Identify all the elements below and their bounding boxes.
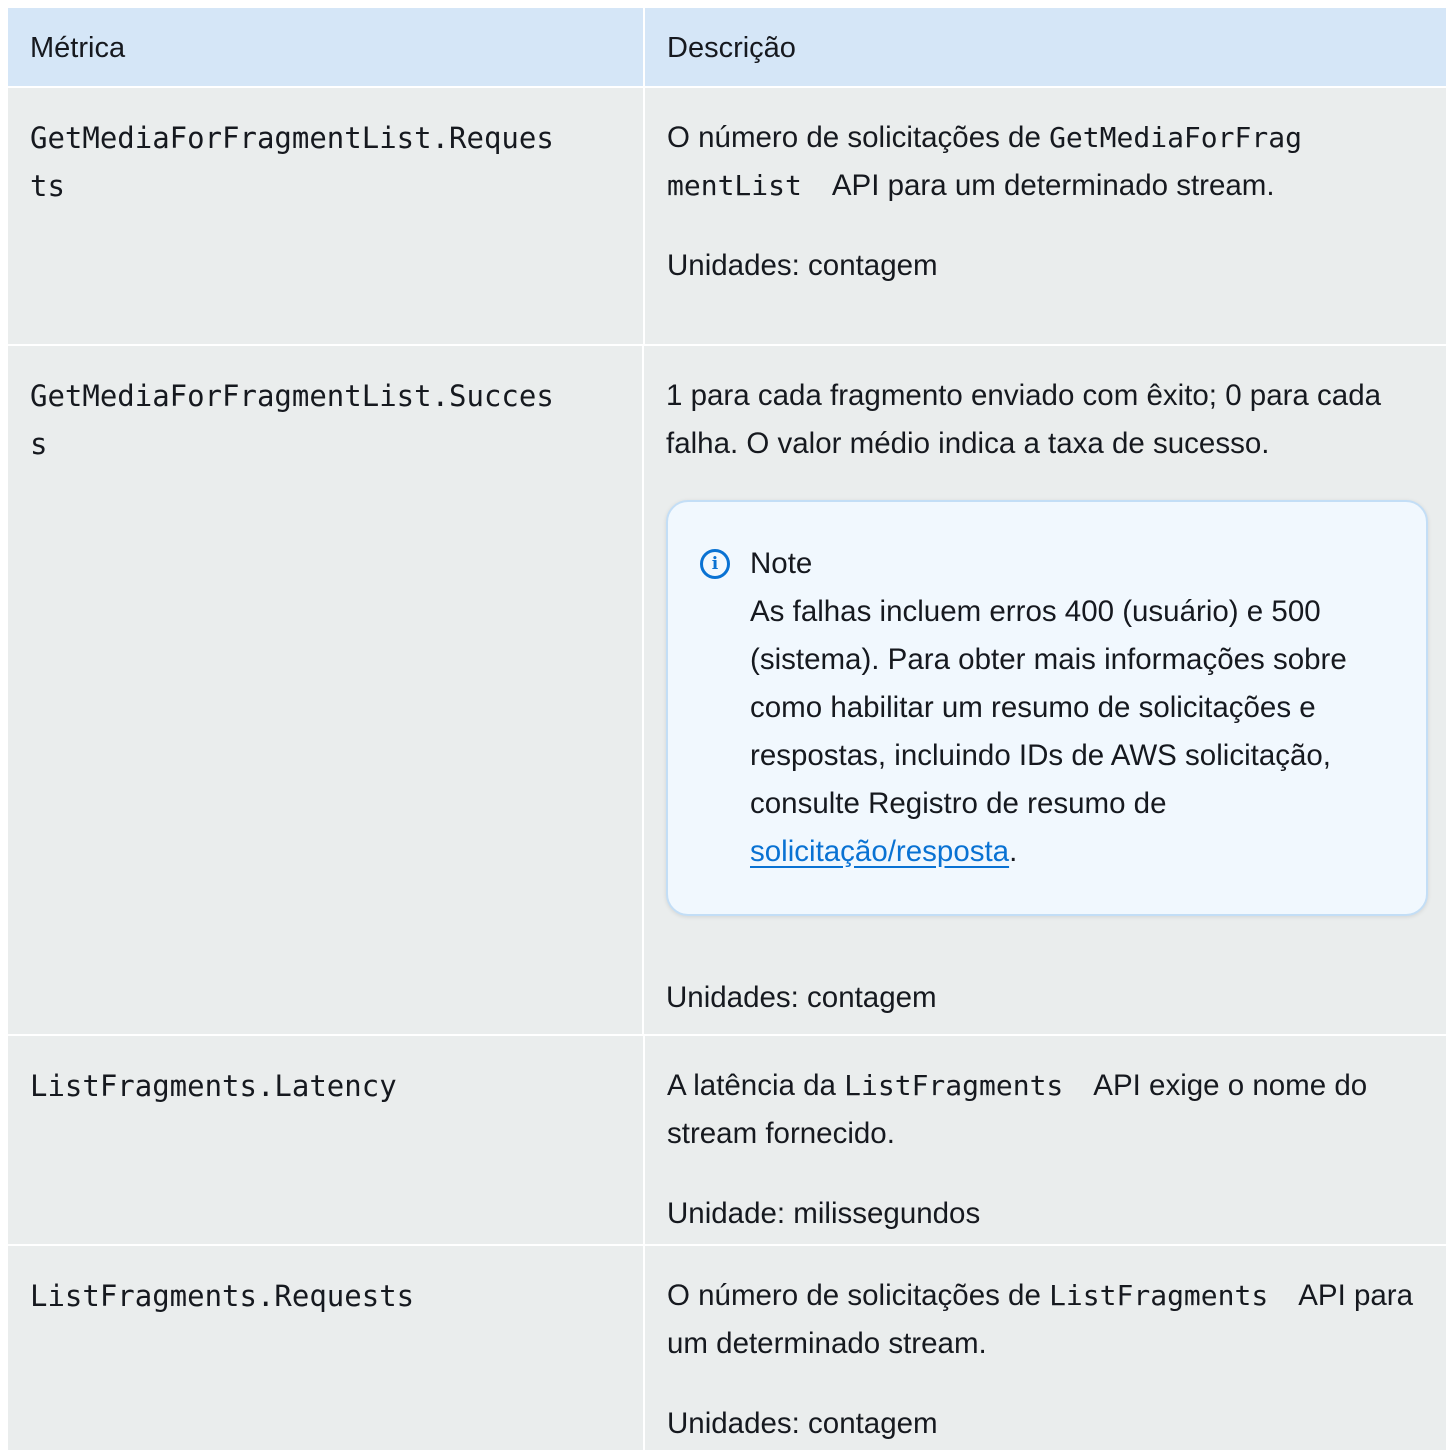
info-icon: i: [700, 549, 730, 579]
metric-description: O número de solicitações de ListFragment…: [645, 1246, 1446, 1450]
metric-name: GetMediaForFragmentList.Requests: [8, 88, 645, 344]
units-text: Unidades: contagem: [666, 981, 937, 1014]
table-header: Métrica Descrição: [8, 8, 1446, 88]
description-text: O número de solicitações de GetMediaForF…: [667, 114, 1428, 210]
metric-description: A latência da ListFragments API exige o n…: [645, 1036, 1446, 1244]
description-text: O número de solicitações de ListFragment…: [667, 1272, 1428, 1368]
units-text: Unidades: contagem: [667, 1407, 938, 1440]
metric-name: ListFragments.Requests: [8, 1246, 645, 1450]
table-row: ListFragments.Requests O número de solic…: [8, 1246, 1446, 1450]
request-response-log-link[interactable]: solicitação/resposta: [750, 835, 1009, 868]
api-code: ListFragments: [844, 1069, 1064, 1102]
description-prefix: A latência da: [667, 1069, 845, 1102]
note-header: i Note: [700, 540, 1386, 588]
units-text: Unidade: milissegundos: [667, 1197, 981, 1230]
metric-description: O número de solicitações de GetMediaForF…: [645, 88, 1446, 344]
table-row: GetMediaForFragmentList.Requests O númer…: [8, 88, 1446, 346]
note-body: As falhas incluem erros 400 (usuário) e …: [750, 588, 1386, 876]
api-code: ListFragments: [1049, 1279, 1269, 1312]
note-callout: i Note As falhas incluem erros 400 (usuá…: [666, 500, 1428, 916]
description-suffix: API para um determinado stream.: [831, 169, 1275, 202]
metric-name: GetMediaForFragmentList.Success: [8, 346, 644, 1034]
units-text: Unidades: contagem: [667, 249, 938, 282]
metrics-table: Métrica Descrição GetMediaForFragmentLis…: [8, 8, 1446, 1450]
table-row: GetMediaForFragmentList.Success 1 para c…: [8, 346, 1446, 1036]
description-prefix: O número de solicitações de: [667, 121, 1050, 154]
description-text: A latência da ListFragments API exige o n…: [667, 1062, 1428, 1158]
description-prefix: O número de solicitações de: [667, 1279, 1050, 1312]
note-body-text: As falhas incluem erros 400 (usuário) e …: [750, 595, 1347, 820]
note-title: Note: [750, 547, 813, 580]
metric-name: ListFragments.Latency: [8, 1036, 645, 1244]
column-header-description: Descrição: [667, 32, 796, 64]
metric-description: 1 para cada fragmento enviado com êxito;…: [644, 346, 1446, 1034]
table-row: ListFragments.Latency A latência da List…: [8, 1036, 1446, 1246]
description-text: 1 para cada fragmento enviado com êxito;…: [666, 379, 1382, 460]
column-header-metric: Métrica: [8, 8, 645, 86]
note-body-end: .: [1009, 835, 1018, 868]
